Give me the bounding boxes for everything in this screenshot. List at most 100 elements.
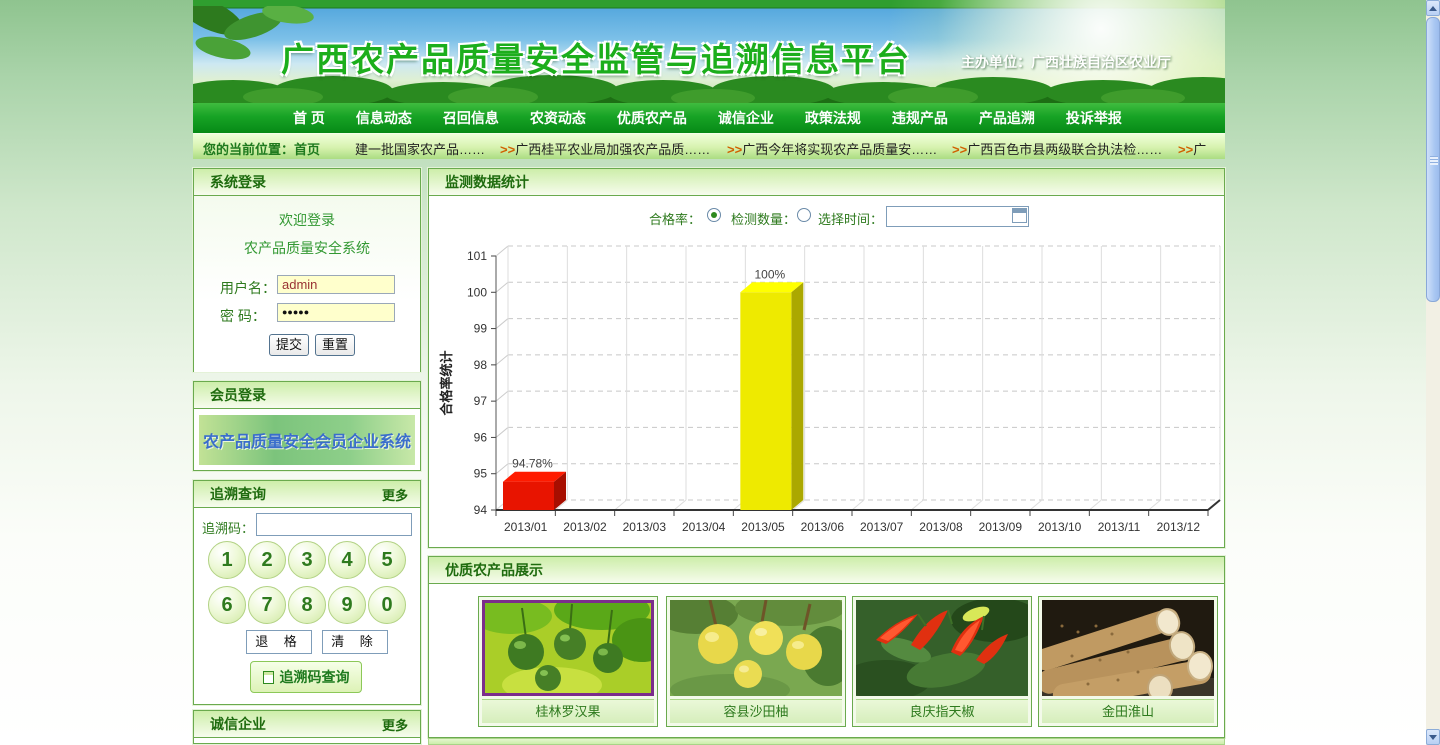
ticker-text: 广西桂平农业局加强农产品质…… (515, 142, 710, 157)
numpad-key-0[interactable]: 0 (368, 586, 406, 624)
numpad-key-9[interactable]: 9 (328, 586, 366, 624)
member-login-title: 会员登录 (210, 385, 266, 405)
numpad-key-7[interactable]: 7 (248, 586, 286, 624)
svg-text:2013/06: 2013/06 (801, 520, 845, 534)
product-name: 容县沙田柚 (670, 699, 842, 723)
trace-code-query-button[interactable]: 追溯码查询 (250, 661, 362, 693)
svg-text:2013/07: 2013/07 (860, 520, 904, 534)
svg-text:2013/05: 2013/05 (741, 520, 785, 534)
numpad-key-6[interactable]: 6 (208, 586, 246, 624)
trace-query-title: 追溯查询 (210, 484, 266, 504)
site-banner: 广西农产品质量安全监管与追溯信息平台 主办单位：广西壮族自治区农业厅 (193, 0, 1225, 103)
pass-rate-bar-chart: 9495969798991001012013/012013/022013/032… (429, 229, 1226, 539)
numpad-key-4[interactable]: 4 (328, 541, 366, 579)
backspace-button[interactable]: 退 格 (246, 630, 312, 654)
nav-item-6[interactable]: 政策法规 (805, 108, 861, 128)
count-radio[interactable] (797, 208, 811, 222)
svg-text:2013/11: 2013/11 (1098, 520, 1141, 534)
nav-item-8[interactable]: 产品追溯 (979, 108, 1035, 128)
svg-text:98: 98 (474, 358, 488, 372)
honest-enterprise-panel: 诚信企业 更多 (193, 710, 421, 744)
numpad-key-1[interactable]: 1 (208, 541, 246, 579)
ticker-item-3[interactable]: >>广西百色市县两级联合执法检…… (952, 139, 1162, 158)
trace-query-panel: 追溯查询 更多 追溯码： 1234567890 退 格 清 除 追溯码查询 (193, 480, 421, 705)
svg-text:2013/09: 2013/09 (979, 520, 1023, 534)
product-card-zhitianjiao[interactable]: 良庆指天椒 (852, 596, 1032, 727)
product-image-huaishan (1042, 600, 1214, 696)
nav-item-9[interactable]: 投诉举报 (1066, 108, 1122, 128)
ticker-mark: >> (952, 142, 967, 157)
numpad-key-8[interactable]: 8 (288, 586, 326, 624)
nav-item-5[interactable]: 诚信企业 (718, 108, 774, 128)
username-field[interactable]: admin (277, 275, 395, 294)
product-image-shatianyou (670, 600, 842, 696)
member-system-banner[interactable]: 农产品质量安全会员企业系统 (199, 415, 415, 465)
system-name-text: 农产品质量安全系统 (194, 238, 420, 258)
clear-button[interactable]: 清 除 (322, 630, 388, 654)
quality-products-title: 优质农产品展示 (445, 560, 543, 580)
trace-query-button-label: 追溯码查询 (280, 667, 350, 687)
product-name: 良庆指天椒 (856, 699, 1028, 723)
vertical-scrollbar[interactable] (1426, 0, 1440, 745)
product-name: 桂林罗汉果 (482, 699, 654, 723)
numpad-key-2[interactable]: 2 (248, 541, 286, 579)
svg-text:96: 96 (474, 430, 488, 444)
ticker-item-2[interactable]: >>广西今年将实现农产品质量安…… (727, 139, 937, 158)
trace-query-more-link[interactable]: 更多 (382, 485, 408, 504)
scrollbar-grip (1430, 156, 1438, 165)
product-card-shatianyou[interactable]: 容县沙田柚 (666, 596, 846, 727)
monitor-stats-panel: 监测数据统计 合格率： 检测数量： 选择时间： 9495969798991001… (428, 168, 1225, 548)
product-card-luohanguo[interactable]: 桂林罗汉果 (478, 596, 658, 727)
svg-text:2013/01: 2013/01 (504, 520, 548, 534)
svg-text:2013/12: 2013/12 (1157, 520, 1201, 534)
nav-item-4[interactable]: 优质农产品 (617, 108, 687, 128)
honest-enterprise-more-link[interactable]: 更多 (382, 715, 408, 734)
ticker-mark: >> (500, 142, 515, 157)
svg-text:94.78%: 94.78% (512, 457, 553, 471)
product-image-zhitianjiao (856, 600, 1028, 696)
ticker-mark: >> (727, 142, 742, 157)
svg-text:100%: 100% (754, 267, 785, 281)
svg-text:100: 100 (467, 285, 487, 299)
welcome-text: 欢迎登录 (194, 210, 420, 230)
scroll-up-button[interactable] (1426, 0, 1440, 16)
nav-item-1[interactable]: 信息动态 (356, 108, 412, 128)
product-card-huaishan[interactable]: 金田淮山 (1038, 596, 1218, 727)
svg-text:2013/10: 2013/10 (1038, 520, 1082, 534)
svg-text:97: 97 (474, 394, 488, 408)
nav-item-3[interactable]: 农资动态 (530, 108, 586, 128)
svg-text:101: 101 (467, 249, 487, 263)
count-label: 检测数量： (731, 209, 796, 228)
pass-rate-radio[interactable] (707, 208, 721, 222)
member-login-panel: 会员登录 农产品质量安全会员企业系统 (193, 381, 421, 471)
arrow-down-icon (1429, 735, 1437, 740)
document-icon (263, 671, 274, 684)
ticker-text: 广西今年将实现农产品质量安…… (742, 142, 937, 157)
username-label: 用户名： (220, 278, 276, 298)
time-label: 选择时间： (818, 209, 883, 228)
scroll-down-button[interactable] (1426, 729, 1440, 745)
date-input[interactable] (886, 206, 1029, 227)
numpad-key-5[interactable]: 5 (368, 541, 406, 579)
breadcrumb: 您的当前位置：首页 (203, 139, 320, 158)
svg-text:95: 95 (474, 467, 488, 481)
trace-code-input[interactable] (256, 513, 412, 536)
monitor-stats-title: 监测数据统计 (445, 172, 529, 192)
numpad-key-3[interactable]: 3 (288, 541, 326, 579)
ticker-item-1[interactable]: >>广西桂平农业局加强农产品质…… (500, 139, 710, 158)
system-login-title: 系统登录 (210, 172, 266, 192)
submit-button[interactable]: 提交 (269, 334, 309, 356)
reset-button[interactable]: 重置 (315, 334, 355, 356)
ticker-item-0[interactable]: 建一批国家农产品…… (355, 139, 485, 158)
password-field[interactable]: ●●●●● (277, 303, 395, 322)
ticker-item-4[interactable]: >>广 (1178, 139, 1206, 158)
nav-item-2[interactable]: 召回信息 (443, 108, 499, 128)
svg-text:2013/03: 2013/03 (623, 520, 667, 534)
scrollbar-thumb[interactable] (1426, 17, 1440, 302)
nav-item-0[interactable]: 首 页 (293, 108, 325, 128)
nav-item-7[interactable]: 违规产品 (892, 108, 948, 128)
site-title: 广西农产品质量安全监管与追溯信息平台 (281, 33, 911, 81)
password-label: 密 码： (220, 306, 266, 326)
calendar-icon[interactable] (1012, 208, 1027, 223)
breadcrumb-ticker-bar: 您的当前位置：首页 建一批国家农产品……>>广西桂平农业局加强农产品质……>>广… (193, 133, 1225, 159)
